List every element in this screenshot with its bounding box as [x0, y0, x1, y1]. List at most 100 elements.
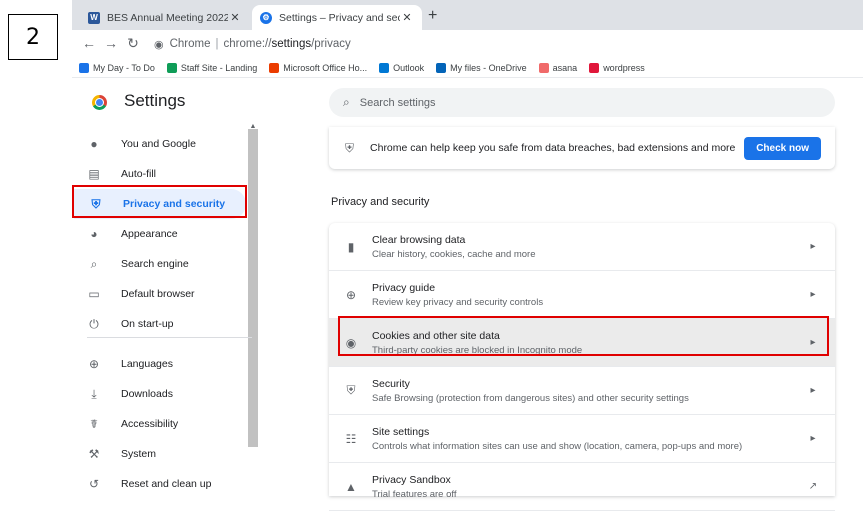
address-page: settings	[271, 38, 312, 50]
safety-check-message: Chrome can help keep you safe from data …	[370, 142, 736, 154]
tab-bes-annual-meeting[interactable]: W BES Annual Meeting 2022 ✕	[80, 5, 250, 30]
section-title: Privacy and security	[331, 196, 430, 208]
chevron-right-icon: ▸	[810, 241, 816, 252]
browser-window: W BES Annual Meeting 2022 ✕ ⚙ Settings –…	[72, 0, 863, 511]
address-bar[interactable]: ◉ Chrome | chrome://settings/privacy	[154, 33, 859, 55]
privacy-row-security[interactable]: ⛨ Security Safe Browsing (protection from …	[329, 367, 835, 415]
row-subtitle: Review key privacy and security controls	[372, 296, 544, 308]
bookmark-favicon-icon	[269, 62, 280, 73]
bookmark-item[interactable]: wordpress	[589, 62, 645, 73]
sidebar-item-label: You and Google	[121, 138, 196, 150]
bookmark-item[interactable]: My files - OneDrive	[436, 62, 527, 73]
tab-title: BES Annual Meeting 2022	[107, 11, 228, 24]
download-icon: ⤓	[91, 386, 97, 401]
highlight-box-cookies	[338, 316, 829, 356]
word-icon: W	[88, 11, 100, 24]
sidebar-item-label: On start-up	[121, 318, 174, 330]
sidebar-item-on-start-up[interactable]: ⏻ On start-up	[72, 309, 260, 339]
sliders-icon: ☷	[345, 431, 357, 446]
sidebar-item-label: Downloads	[121, 388, 173, 400]
privacy-row-clear-browsing-data[interactable]: ▮ Clear browsing data Clear history, cooki…	[329, 223, 835, 271]
power-icon: ⏻	[89, 316, 99, 331]
row-title: Security	[372, 377, 410, 390]
tab-settings-privacy[interactable]: ⚙ Settings – Privacy and security ✕	[252, 5, 422, 30]
shield-icon: ⛨	[345, 140, 355, 155]
back-icon[interactable]: ←	[80, 35, 98, 51]
accessibility-icon: ☤	[89, 417, 99, 431]
sidebar-item-label: Appearance	[121, 228, 178, 240]
sidebar-item-system[interactable]: ⚒ System	[72, 439, 260, 469]
row-subtitle: Controls what information sites can use …	[372, 440, 743, 452]
chrome-logo-icon	[92, 95, 107, 110]
row-subtitle: Clear history, cookies, cache and more	[372, 248, 536, 260]
address-host: Chrome	[169, 38, 211, 50]
page-title: Settings	[124, 91, 186, 110]
row-text: Site settings Controls what information s…	[372, 426, 807, 452]
row-title: Privacy Sandbox	[372, 473, 451, 486]
sidebar-item-search-engine[interactable]: ⌕ Search engine	[72, 249, 260, 279]
tab-strip: W BES Annual Meeting 2022 ✕ ⚙ Settings –…	[72, 0, 863, 30]
bookmark-item[interactable]: Microsoft Office Ho...	[269, 62, 368, 73]
palette-icon: ◕	[90, 227, 98, 241]
flask-icon: ▲	[345, 479, 357, 494]
address-scheme: chrome://	[223, 38, 272, 50]
new-tab-icon[interactable]: +	[428, 7, 437, 25]
globe-icon: ⊕	[88, 357, 100, 371]
sidebar-item-label: Auto-fill	[121, 168, 157, 180]
compass-icon: ⊕	[345, 287, 357, 302]
bookmark-label: asana	[552, 62, 578, 73]
bookmark-favicon-icon	[538, 62, 549, 73]
chevron-right-icon: ▸	[810, 385, 816, 396]
bookmark-label: Microsoft Office Ho...	[283, 62, 368, 73]
bookmark-label: Outlook	[393, 62, 425, 73]
person-icon: ●	[90, 137, 98, 151]
row-text: Clear browsing data Clear history, cookie…	[372, 234, 807, 260]
sidebar-item-languages[interactable]: ⊕ Languages	[72, 349, 260, 379]
bookmark-item[interactable]: My Day - To Do	[79, 62, 155, 73]
row-title: Privacy guide	[372, 281, 436, 294]
reload-icon[interactable]: ↻	[124, 35, 142, 52]
site-info-icon[interactable]: ◉	[154, 38, 164, 51]
search-settings-input[interactable]: ⌕ Search settings	[329, 88, 835, 117]
privacy-row-privacy-sandbox[interactable]: ▲ Privacy Sandbox Trial features are off ↗	[329, 463, 835, 511]
sidebar-item-appearance[interactable]: ◕ Appearance	[72, 219, 260, 249]
check-now-button[interactable]: Check now	[744, 136, 821, 160]
step-number-badge: 2	[8, 14, 58, 60]
trash-icon: ▮	[347, 239, 355, 254]
sidebar-item-label: System	[121, 448, 157, 460]
toolbar: ← → ↻ ◉ Chrome | chrome://settings/priva…	[72, 30, 863, 58]
bookmark-item[interactable]: asana	[538, 62, 578, 73]
sidebar-item-label: Default browser	[121, 288, 195, 300]
bookmark-favicon-icon	[436, 62, 447, 73]
bookmark-item[interactable]: Staff Site - Landing	[166, 62, 257, 73]
bookmark-favicon-icon	[79, 62, 89, 73]
privacy-row-privacy-guide[interactable]: ⊕ Privacy guide Review key privacy and sec…	[329, 271, 835, 319]
safety-check-card: ⛨ Chrome can help keep you safe from dat…	[329, 127, 835, 169]
sidebar-item-default-browser[interactable]: ▭ Default browser	[72, 279, 260, 309]
row-subtitle: Safe Browsing (protection from dangerous…	[372, 392, 689, 404]
sidebar-item-label: Languages	[121, 358, 173, 370]
forward-icon[interactable]: →	[102, 35, 120, 51]
close-tab-icon[interactable]: ✕	[228, 11, 242, 24]
close-tab-icon[interactable]: ✕	[400, 11, 414, 24]
search-icon: ⌕	[343, 95, 350, 109]
wrench-icon: ⚒	[88, 447, 100, 461]
sidebar-item-label: Search engine	[121, 258, 189, 270]
sidebar: ▲ ● You and Google ▤ Auto-fill ⛨ Privacy and …	[72, 123, 260, 499]
address-subpath: /privacy	[311, 38, 351, 50]
row-text: Privacy guide Review key privacy and secu…	[372, 282, 807, 308]
tab-title: Settings – Privacy and security	[279, 11, 400, 24]
step-number: 2	[26, 24, 40, 50]
sidebar-item-reset-and-clean-up[interactable]: ↺ Reset and clean up	[72, 469, 260, 499]
bookmark-item[interactable]: Outlook	[379, 62, 425, 73]
sidebar-item-you-and-google[interactable]: ● You and Google	[72, 129, 260, 159]
row-title: Clear browsing data	[372, 233, 466, 246]
browser-window-icon: ▭	[88, 287, 100, 301]
search-icon: ⌕	[90, 256, 98, 271]
restore-icon: ↺	[88, 477, 100, 491]
sidebar-item-downloads[interactable]: ⤓ Downloads	[72, 379, 260, 409]
privacy-row-site-settings[interactable]: ☷ Site settings Controls what information …	[329, 415, 835, 463]
sidebar-item-accessibility[interactable]: ☤ Accessibility	[72, 409, 260, 439]
sidebar-item-label: Reset and clean up	[121, 478, 212, 490]
settings-gear-icon: ⚙	[260, 11, 272, 24]
